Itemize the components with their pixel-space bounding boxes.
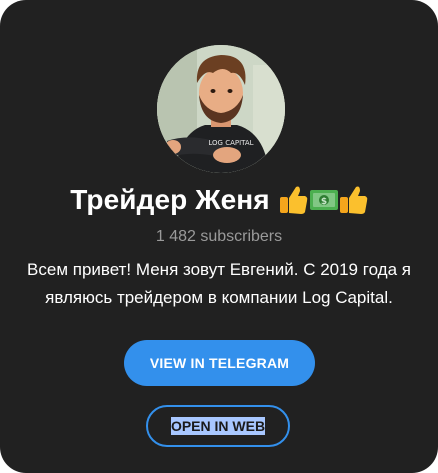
thumbs-up-emoji [279,186,307,214]
channel-title-row: Трейдер Женя $ [0,183,438,223]
channel-description: Всем привет! Меня зовут Евгений. С 2019 … [12,256,426,312]
open-in-web-label: OPEN IN WEB [170,417,266,435]
channel-avatar: LOG CAPITAL [157,45,285,173]
avatar-illustration: LOG CAPITAL [157,45,285,173]
svg-text:$: $ [321,197,327,207]
dollar-banknote-emoji: $ [309,190,338,210]
channel-title: Трейдер Женя [70,184,270,215]
description-line-2: являюсь трейдером в компании Log Capital… [45,288,393,307]
open-in-web-button[interactable]: OPEN IN WEB [146,405,290,447]
subscriber-count: 1 482 subscribers [155,228,283,245]
view-in-telegram-button[interactable]: VIEW IN TELEGRAM [124,340,315,386]
channel-preview-card: LOG CAPITAL Трейдер Женя $ 1 482 subscri… [0,0,438,473]
avatar-shirt-text: LOG CAPITAL [208,139,253,147]
description-line-1: Всем привет! Меня зовут Евгений. С 2019 … [27,260,411,279]
title-emoji-group: $ [278,183,368,217]
thumbs-up-emoji [339,186,367,214]
